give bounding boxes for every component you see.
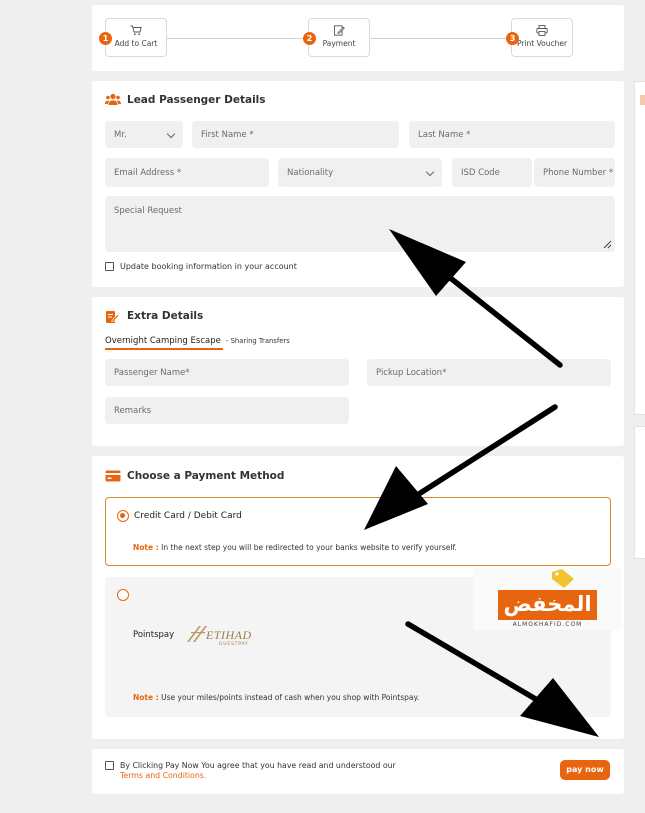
arrowhead <box>364 466 428 530</box>
arrowhead <box>389 229 466 296</box>
arrow-down-left-icon <box>364 404 558 530</box>
arrow-up-left-icon <box>389 229 563 368</box>
arrowhead <box>520 678 599 737</box>
arrow-down-right-icon <box>405 621 599 737</box>
annotation-arrows <box>364 229 599 737</box>
